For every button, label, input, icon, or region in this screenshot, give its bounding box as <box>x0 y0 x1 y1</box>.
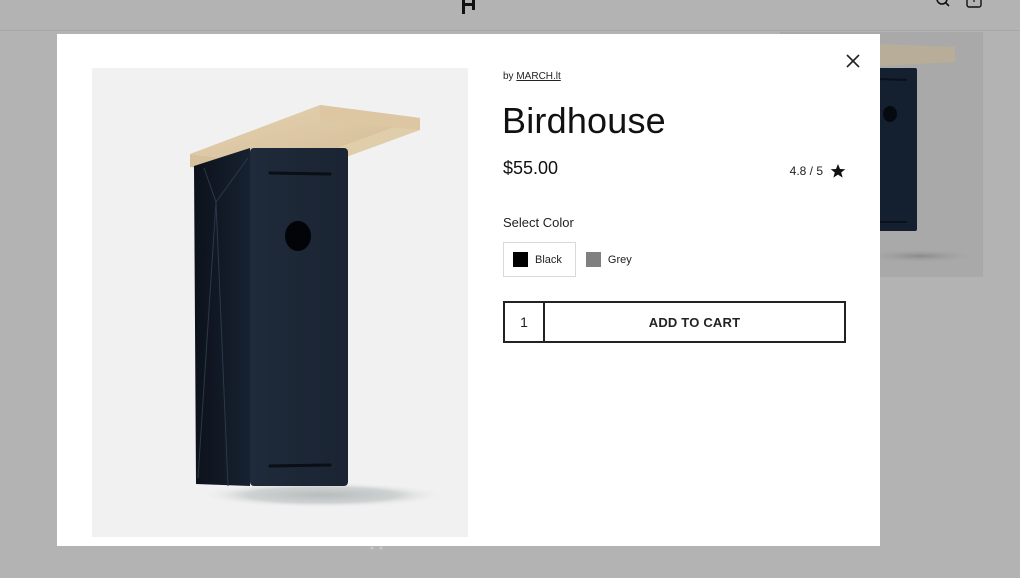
brand-byline: by MARCH.lt <box>503 71 561 82</box>
add-to-cart-button[interactable]: ADD TO CART <box>545 303 844 341</box>
rating-text: 4.8 / 5 <box>789 164 823 178</box>
color-option-label: Black <box>535 253 562 266</box>
star-icon <box>830 164 846 178</box>
quick-view-modal: by MARCH.lt Birdhouse $55.00 4.8 / 5 Sel… <box>57 34 880 546</box>
color-chip-grey <box>585 252 601 267</box>
site-header <box>0 0 1020 31</box>
product-info: by MARCH.lt Birdhouse $55.00 4.8 / 5 Sel… <box>502 34 846 546</box>
carousel-dots <box>370 546 383 550</box>
color-swatches: Black Grey <box>503 242 632 277</box>
product-rating: 4.8 / 5 <box>790 163 846 179</box>
select-color-label: Select Color <box>503 215 574 230</box>
carousel-dot[interactable] <box>379 546 383 550</box>
color-option-grey[interactable]: Grey <box>576 242 632 277</box>
product-image <box>92 68 468 537</box>
close-icon[interactable] <box>845 53 861 69</box>
birdhouse-illustration <box>190 105 447 508</box>
add-to-cart-row: ADD TO CART <box>503 301 846 343</box>
product-price: $55.00 <box>503 158 559 178</box>
search-icon[interactable] <box>935 0 951 8</box>
color-chip-black <box>513 252 528 267</box>
color-option-label: Grey <box>607 253 632 266</box>
brand-link[interactable]: MARCH.lt <box>516 71 560 82</box>
product-title: Birdhouse <box>502 100 666 141</box>
quantity-input[interactable] <box>505 303 545 341</box>
byline-prefix: by <box>503 71 514 82</box>
color-option-black[interactable]: Black <box>503 242 576 277</box>
h-logo-icon[interactable] <box>461 0 477 14</box>
shopping-bag-icon[interactable] <box>966 0 982 8</box>
carousel-dot[interactable] <box>370 546 374 550</box>
